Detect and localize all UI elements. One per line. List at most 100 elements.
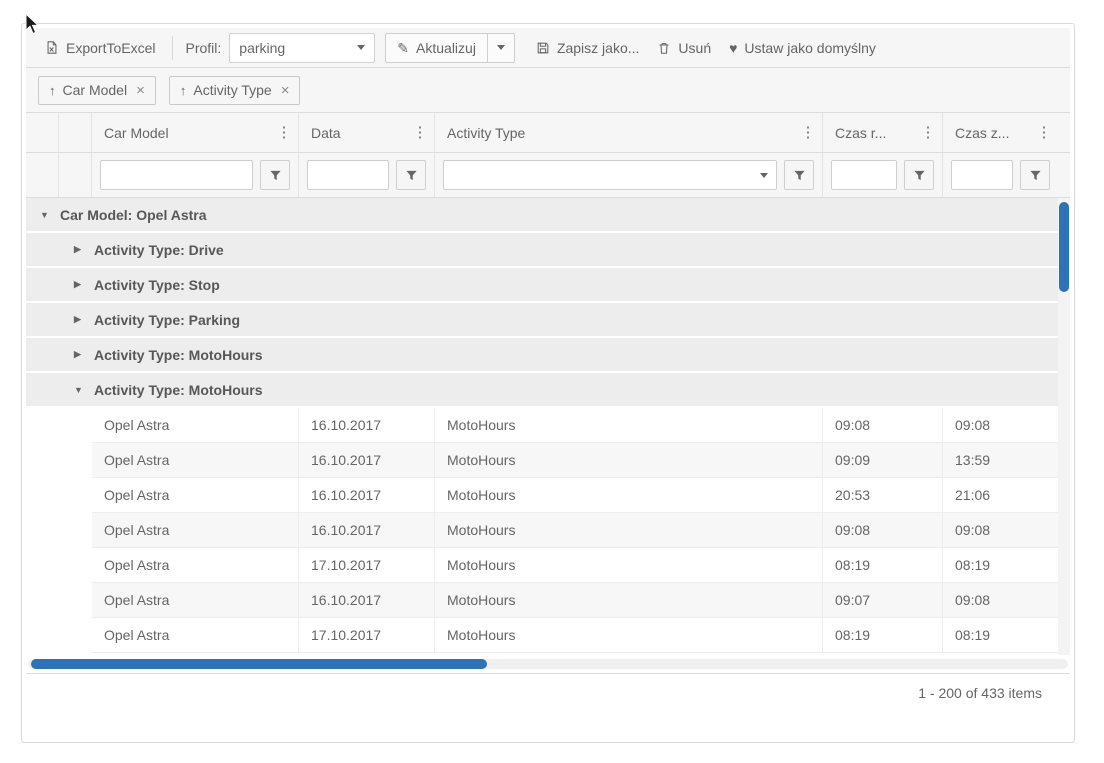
expand-arrow-icon[interactable]: ▶ <box>74 349 94 360</box>
table-row[interactable]: Opel Astra 17.10.2017 MotoHours 08:19 08… <box>92 618 1058 653</box>
filter-funnel-icon <box>405 170 417 180</box>
column-header-czas-z[interactable]: Czas z... ⋮ <box>943 113 1058 152</box>
cell-activity-type: MotoHours <box>435 408 823 442</box>
column-header-car-model[interactable]: Car Model ⋮ <box>92 113 299 152</box>
column-header-czas-r[interactable]: Czas r... ⋮ <box>823 113 943 152</box>
filter-cell-czas-r <box>823 153 943 197</box>
group-row-activity-drive[interactable]: ▶ Activity Type: Drive <box>26 233 1058 268</box>
vertical-scrollbar[interactable] <box>1058 198 1070 655</box>
column-menu-icon[interactable]: ⋮ <box>1034 121 1054 145</box>
cell-czas-z: 09:08 <box>955 592 991 608</box>
export-to-excel-button[interactable]: ExportToExcel <box>36 35 164 61</box>
group-chip-label: Activity Type <box>193 82 272 98</box>
horizontal-scrollbar-thumb[interactable] <box>31 659 487 669</box>
group-row-label: Activity Type: Drive <box>94 241 224 258</box>
group-row-activity-stop[interactable]: ▶ Activity Type: Stop <box>26 268 1058 303</box>
cell-czas-r: 08:19 <box>823 548 943 582</box>
table-row[interactable]: Opel Astra 16.10.2017 MotoHours 09:08 09… <box>92 513 1058 548</box>
profil-dropdown-value: parking <box>239 39 286 56</box>
cell-czas-r: 20:53 <box>823 478 943 512</box>
cell-car-model: Opel Astra <box>92 443 299 477</box>
cell-czas-r: 09:09 <box>823 443 943 477</box>
filter-input-car-model[interactable] <box>100 160 253 190</box>
aktualizuj-dropdown-button[interactable] <box>487 32 515 63</box>
cell-czas-r: 08:19 <box>823 618 943 652</box>
table-row[interactable]: Opel Astra 16.10.2017 MotoHours 09:09 13… <box>92 443 1058 478</box>
filter-input-czas-z[interactable] <box>951 160 1013 190</box>
table-row[interactable]: Opel Astra 16.10.2017 MotoHours 09:08 09… <box>92 408 1058 443</box>
expand-arrow-icon[interactable]: ▶ <box>74 279 94 290</box>
ustaw-jako-domyslny-button[interactable]: ♥ Ustaw jako domyślny <box>720 35 885 61</box>
column-menu-icon[interactable]: ⋮ <box>918 121 938 145</box>
trash-icon <box>660 42 669 54</box>
filter-combobox-activity-type <box>443 160 777 190</box>
group-row-label: Activity Type: Parking <box>94 311 241 328</box>
column-header-data[interactable]: Data ⋮ <box>299 113 435 152</box>
filter-funnel-icon <box>1029 170 1041 180</box>
table-row[interactable]: Opel Astra 16.10.2017 MotoHours 09:07 09… <box>92 583 1058 618</box>
cell-czas-z: 13:59 <box>955 452 991 468</box>
collapse-arrow-icon[interactable]: ▼ <box>40 210 60 220</box>
cell-data: 16.10.2017 <box>299 583 435 617</box>
excel-file-icon <box>47 41 57 54</box>
chevron-down-icon <box>496 45 505 50</box>
cell-data: 16.10.2017 <box>299 478 435 512</box>
chevron-down-icon <box>357 45 366 50</box>
column-header-activity-type[interactable]: Activity Type ⋮ <box>435 113 823 152</box>
cell-data: 17.10.2017 <box>299 548 435 582</box>
ustaw-jako-domyslny-label: Ustaw jako domyślny <box>744 39 876 56</box>
zapisz-jako-button[interactable]: Zapisz jako... <box>527 35 648 61</box>
filter-input-data[interactable] <box>307 160 389 190</box>
sort-ascending-icon: ↑ <box>49 82 56 98</box>
group-indent-cell <box>59 153 92 197</box>
expand-arrow-icon[interactable]: ▶ <box>74 314 94 325</box>
table-row[interactable]: Opel Astra 17.10.2017 MotoHours 08:19 08… <box>92 548 1058 583</box>
cell-czas-z: 08:19 <box>955 627 991 643</box>
column-menu-icon[interactable]: ⋮ <box>274 121 294 145</box>
filter-button-czas-z[interactable] <box>1020 160 1050 190</box>
usun-button[interactable]: Usuń <box>648 35 720 61</box>
aktualizuj-button[interactable]: ✎ Aktualizuj <box>385 32 488 63</box>
cell-czas-r: 09:08 <box>823 513 943 547</box>
rows-area: ▼ Car Model: Opel Astra ▶ Activity Type:… <box>26 198 1058 653</box>
group-chip-activity-type[interactable]: ↑ Activity Type × <box>168 75 301 105</box>
group-row-activity-motohours-expanded[interactable]: ▼ Activity Type: MotoHours <box>26 373 1058 408</box>
group-row-label: Activity Type: MotoHours <box>94 346 263 363</box>
sort-ascending-icon: ↑ <box>179 82 187 98</box>
column-menu-icon[interactable]: ⋮ <box>798 121 818 145</box>
group-row-activity-parking[interactable]: ▶ Activity Type: Parking <box>26 303 1058 338</box>
data-grid: ExportToExcel Profil: parking ✎ Aktualiz… <box>21 23 1075 743</box>
filter-funnel-icon <box>269 170 281 180</box>
vertical-scrollbar-thumb[interactable] <box>1059 202 1069 292</box>
expand-arrow-icon[interactable]: ▶ <box>74 244 94 255</box>
filter-button-car-model[interactable] <box>260 160 290 190</box>
column-menu-icon[interactable]: ⋮ <box>410 121 430 145</box>
toolbar-separator <box>172 35 174 60</box>
chevron-down-icon[interactable] <box>760 173 768 178</box>
filter-button-data[interactable] <box>396 160 426 190</box>
group-row-activity-motohours-collapsed[interactable]: ▶ Activity Type: MotoHours <box>26 338 1058 373</box>
cell-data: 16.10.2017 <box>299 408 435 442</box>
cell-car-model: Opel Astra <box>92 548 299 582</box>
close-icon[interactable]: × <box>281 82 290 99</box>
horizontal-scrollbar[interactable] <box>28 659 1068 669</box>
filter-cell-data <box>299 153 435 197</box>
profil-dropdown[interactable]: parking <box>229 32 376 63</box>
group-row-car-model[interactable]: ▼ Car Model: Opel Astra <box>26 198 1058 233</box>
filter-input-activity-type[interactable] <box>443 160 777 190</box>
close-icon[interactable]: × <box>136 82 145 99</box>
cell-data: 16.10.2017 <box>299 513 435 547</box>
cell-car-model: Opel Astra <box>92 618 299 652</box>
collapse-arrow-icon[interactable]: ▼ <box>74 385 94 395</box>
grid-filter-row <box>26 153 1070 198</box>
filter-button-activity-type[interactable] <box>784 160 814 190</box>
cell-activity-type: MotoHours <box>435 583 823 617</box>
cell-czas-r: 09:07 <box>823 583 943 617</box>
profil-label: Profil: <box>185 39 222 56</box>
filter-input-czas-r[interactable] <box>831 160 897 190</box>
cell-czas-z: 09:08 <box>955 522 991 538</box>
table-row[interactable]: Opel Astra 16.10.2017 MotoHours 20:53 21… <box>92 478 1058 513</box>
column-title: Car Model <box>104 124 169 141</box>
filter-button-czas-r[interactable] <box>904 160 934 190</box>
group-chip-car-model[interactable]: ↑ Car Model × <box>38 75 156 105</box>
